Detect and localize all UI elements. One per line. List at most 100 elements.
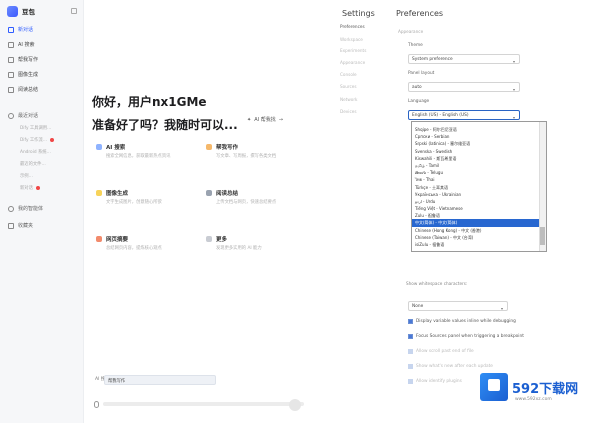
chevron-down-icon: ▾ — [512, 87, 515, 92]
feature-card-more[interactable]: 更多 发现更多实用的 AI 能力 — [206, 235, 306, 269]
dropdown-option[interactable]: Kiswahili - 斯瓦希里语 — [412, 155, 546, 162]
dropdown-option[interactable]: Chinese (Taiwan) - 中文 (台湾) — [412, 234, 546, 241]
app-window: 豆包 新对话 AI 搜索 帮我写作 图像生成 阅读总结 最近对话 Dify 工具… — [0, 0, 596, 423]
feature-card-writing[interactable]: 帮我写作 写文章、写周报，撰写各类文档 — [206, 143, 306, 177]
dropdown-option[interactable]: Türkçe - 土耳其语 — [412, 184, 546, 191]
dropdown-option[interactable]: isiZulu - 祖鲁语 — [412, 241, 546, 248]
app-name: 豆包 — [22, 8, 35, 16]
dropdown-option[interactable]: Chinese (Hong Kong) - 中文 (香港) — [412, 227, 546, 234]
history-item[interactable]: Dify 工具调用… — [0, 122, 83, 134]
dropdown-scrollbar[interactable] — [539, 122, 546, 251]
bot-icon — [8, 205, 14, 212]
checkbox-icon — [408, 334, 413, 339]
settings-nav-item[interactable]: Console — [340, 72, 357, 77]
history-item[interactable]: 示例… — [0, 170, 83, 182]
theme-label: Theme — [408, 43, 423, 48]
watermark-brand: 592下载网 — [512, 381, 579, 397]
sidebar-item-ai-search[interactable]: AI 搜索 — [0, 37, 83, 52]
checkbox-icon — [408, 349, 413, 354]
sidebar-header: 豆包 — [0, 0, 83, 22]
attach-icon[interactable] — [94, 400, 99, 408]
globe-icon — [96, 236, 102, 242]
bookmark-icon — [8, 222, 14, 229]
app-logo-icon — [7, 5, 18, 17]
sidebar-item-bots[interactable]: 我的智能体 — [0, 202, 83, 215]
dropdown-option[interactable]: தமிழ் - Tamil — [412, 162, 546, 169]
settings-nav-item[interactable]: Appearance — [340, 60, 365, 65]
quick-tabs: 帮我写作 AI 搜索 图像生成 更多 — [92, 375, 216, 385]
scrollbar-thumb[interactable] — [540, 227, 545, 245]
settings-nav-item[interactable]: Sources — [340, 84, 357, 89]
history-item[interactable]: 最近的文件… — [0, 158, 83, 170]
image-icon — [96, 190, 102, 196]
checkbox-icon — [408, 364, 413, 369]
sidebar: 豆包 新对话 AI 搜索 帮我写作 图像生成 阅读总结 最近对话 Dify 工具… — [0, 0, 84, 423]
language-dropdown[interactable]: Shqipe - 阿尔巴尼亚语 Српски - Serbian Srpski (l… — [411, 121, 547, 252]
panel-layout-label: Panel layout — [408, 71, 435, 76]
book-icon — [8, 86, 14, 93]
history-item[interactable]: 新对话 — [0, 182, 83, 194]
recent-section: 最近对话 — [0, 109, 83, 122]
checkbox-icon — [408, 379, 413, 384]
dropdown-option[interactable]: ไทย - Thai — [412, 176, 546, 183]
sidebar-item-new-chat[interactable]: 新对话 — [0, 22, 83, 37]
settings-nav-item[interactable]: Workspace — [340, 37, 363, 42]
checkbox-focus-sources[interactable]: Focus Sources panel when triggering a br… — [408, 334, 524, 339]
checkbox-inline-values[interactable]: Display variable values inline while deb… — [408, 319, 516, 324]
greeting: 你好，用户nx1GMe — [92, 95, 207, 109]
dropdown-option[interactable]: 中文(简体) - 中文(简体) — [412, 219, 546, 227]
settings-nav-item[interactable]: Devices — [340, 109, 357, 114]
settings-nav-item[interactable]: Network — [340, 97, 357, 102]
message-input[interactable] — [94, 395, 304, 413]
feature-card-image[interactable]: 图像生成 文字生成图片，创意随心所欲 — [96, 189, 196, 223]
history-item[interactable]: Android 系统… — [0, 146, 83, 158]
sidebar-item-reading[interactable]: 阅读总结 — [0, 82, 83, 97]
whitespace-select[interactable]: None ▾ — [408, 301, 508, 311]
dropdown-option[interactable]: Українська - Ukrainian — [412, 191, 546, 198]
watermark-url: www.592xz.com — [515, 397, 552, 402]
quick-tab-writing[interactable]: 帮我写作 — [104, 375, 216, 385]
arrow-right-icon: → — [278, 116, 283, 123]
language-label: Language — [408, 99, 430, 104]
theme-select[interactable]: System preference ▾ — [408, 54, 520, 64]
watermark-logo-icon — [480, 373, 508, 401]
settings-nav-item[interactable]: Experiments — [340, 48, 366, 53]
feature-card-web[interactable]: 网页摘要 总结网页内容，提炼核心观点 — [96, 235, 196, 269]
input-placeholder — [103, 402, 304, 406]
book-icon — [206, 190, 212, 196]
pen-icon — [206, 144, 212, 150]
dropdown-option[interactable]: Svenska - Swedish — [412, 148, 546, 155]
history-item[interactable]: Dify 工作流… — [0, 134, 83, 146]
checkbox-identify-plugins[interactable]: Allow identify plugins — [408, 379, 462, 384]
dropdown-option[interactable]: Shqipe - 阿尔巴尼亚语 — [412, 126, 546, 133]
language-select[interactable]: English (US) - English (US) ▾ — [408, 110, 520, 120]
main-panel: 你好，用户nx1GMe 准备好了吗？我随时可以... ✦ AI 帮我找 → AI 搜… — [84, 0, 334, 423]
preferences-title: Preferences — [396, 9, 444, 18]
prompt-heading: 准备好了吗？我随时可以... — [92, 118, 238, 132]
settings-nav-item[interactable]: Preferences — [340, 24, 365, 29]
feature-card-search[interactable]: AI 搜索 搜索全网信息，获取最新热点资讯 — [96, 143, 196, 177]
checkbox-icon — [408, 319, 413, 324]
dropdown-option[interactable]: Zulu - 祖鲁语 — [412, 212, 546, 219]
chevron-down-icon: ▾ — [512, 59, 515, 64]
sparkle-icon: ✦ — [247, 116, 252, 123]
whitespace-label: Show whitespace characters: — [406, 281, 468, 286]
group-heading: Appearance — [398, 29, 424, 34]
dropdown-option[interactable]: తెలుగు - Telugu — [412, 169, 546, 176]
send-button[interactable] — [289, 399, 301, 411]
ai-find-button[interactable]: ✦ AI 帮我找 → — [247, 116, 283, 124]
sidebar-item-image[interactable]: 图像生成 — [0, 67, 83, 82]
panel-layout-select[interactable]: auto ▾ — [408, 82, 520, 92]
settings-nav: Settings Preferences Workspace Experimen… — [334, 0, 390, 423]
checkbox-scroll-past-end[interactable]: Allow scroll past end of file — [408, 349, 474, 354]
grid-icon — [206, 236, 212, 242]
sidebar-item-favorites[interactable]: 收藏夹 — [0, 219, 83, 232]
feature-card-reading[interactable]: 阅读总结 上传文档与网页，快速总结要点 — [206, 189, 306, 223]
collapse-sidebar-icon[interactable] — [71, 8, 77, 14]
dropdown-option[interactable]: Српски - Serbian — [412, 133, 546, 140]
sidebar-item-writing[interactable]: 帮我写作 — [0, 52, 83, 67]
unread-badge — [35, 186, 40, 190]
dropdown-option[interactable]: Tiếng Việt - Vietnamese — [412, 205, 546, 212]
dropdown-option[interactable]: اردو - Urdu — [412, 198, 546, 205]
dropdown-option[interactable]: Srpski (latinica) - 塞尔维亚语 — [412, 140, 546, 147]
